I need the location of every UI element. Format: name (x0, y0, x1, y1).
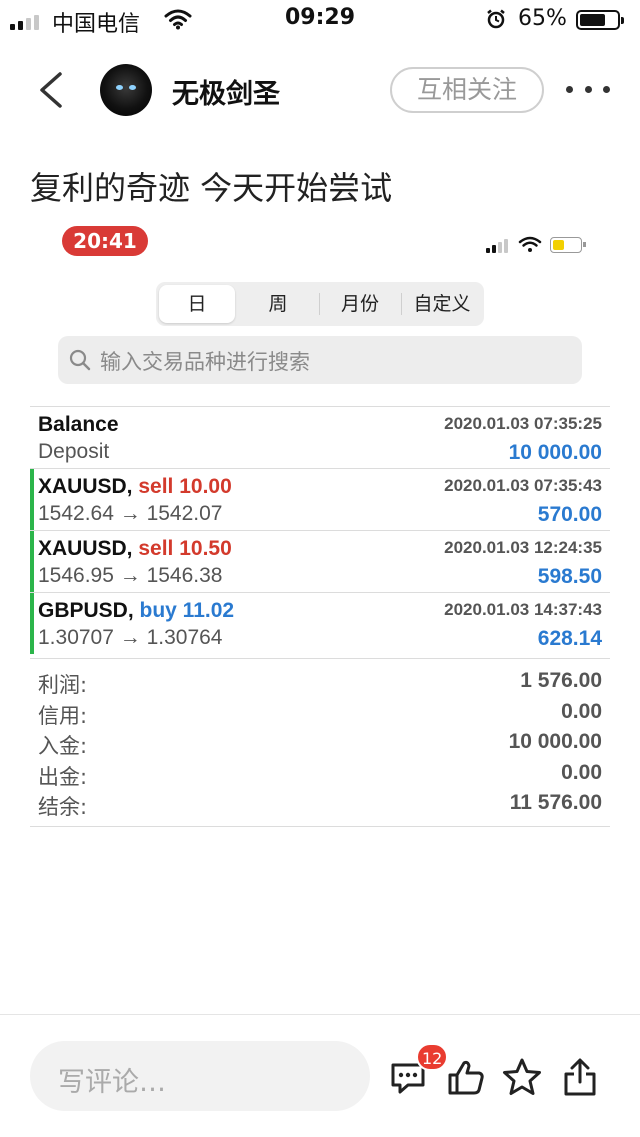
trade-amount: 628.14 (537, 627, 602, 650)
summary-label: 入金: (38, 734, 88, 758)
summary-label: 利润: (38, 673, 88, 697)
summary-value: 0.00 (561, 699, 602, 723)
trade-action: sell 10.50 (138, 537, 232, 560)
screenshot-time: 20:41 (62, 226, 148, 256)
alarm-icon (487, 9, 505, 29)
trade-action: sell 10.00 (138, 475, 232, 498)
tab-custom[interactable]: 自定义 (402, 282, 482, 326)
trade-history-list: Balance 2020.01.03 07:35:25 Deposit 10 0… (30, 406, 610, 654)
summary-value: 11 576.00 (509, 791, 602, 814)
screenshot-signal-icon (486, 237, 512, 253)
username[interactable]: 无极剑圣 (172, 72, 280, 111)
list-item[interactable]: Balance 2020.01.03 07:35:25 Deposit 10 0… (30, 406, 610, 468)
trade-symbol: Balance (38, 413, 119, 436)
summary-value: 0.00 (561, 760, 602, 784)
post-title: 复利的奇迹 今天开始尝试 (30, 169, 393, 207)
summary-row: 出金: 0.00 (30, 759, 610, 790)
comment-count-badge: 12 (416, 1043, 449, 1071)
battery-percent: 65% (518, 6, 567, 31)
trade-description: 1.30707 → 1.30764 (38, 626, 223, 649)
trade-date: 2020.01.03 12:24:35 (444, 538, 602, 557)
trade-description: 1542.64 → 1542.07 (38, 502, 223, 525)
summary-label: 出金: (38, 764, 88, 789)
trade-date: 2020.01.03 07:35:25 (444, 414, 602, 433)
symbol-search-input[interactable]: 输入交易品种进行搜索 (58, 336, 582, 384)
trade-description: Deposit (38, 440, 110, 463)
trade-amount: 570.00 (537, 503, 602, 526)
summary-label: 结余: (38, 795, 88, 819)
bottom-action-bar: 写评论… 12 (0, 1014, 640, 1137)
summary-row: 利润: 1 576.00 (30, 667, 610, 698)
like-icon[interactable] (446, 1057, 486, 1097)
search-icon (69, 349, 91, 371)
share-icon[interactable] (560, 1057, 600, 1097)
screenshot-wifi-icon (518, 236, 542, 252)
more-icon[interactable] (566, 86, 610, 94)
tab-day[interactable]: 日 (159, 285, 235, 323)
summary-row: 信用: 0.00 (30, 698, 610, 729)
summary-value: 1 576.00 (520, 669, 602, 692)
summary-value: 10 000.00 (508, 730, 602, 753)
summary-row: 入金: 10 000.00 (30, 728, 610, 759)
comment-input[interactable]: 写评论… (30, 1041, 370, 1111)
trade-description: 1546.95 → 1546.38 (38, 564, 223, 587)
comment-placeholder: 写评论… (58, 1067, 166, 1098)
tab-week[interactable]: 周 (238, 282, 318, 326)
account-summary: 利润: 1 576.00 信用: 0.00 入金: 10 000.00 出金: … (30, 658, 610, 827)
trade-action: buy 11.02 (139, 599, 235, 622)
tab-month[interactable]: 月份 (320, 282, 400, 326)
trade-amount: 10 000.00 (508, 441, 602, 464)
list-item[interactable]: XAUUSD, sell 10.50 2020.01.03 12:24:35 1… (30, 530, 610, 592)
list-item[interactable]: XAUUSD, sell 10.00 2020.01.03 07:35:43 1… (30, 468, 610, 530)
trade-symbol: GBPUSD, buy 11.02 (38, 599, 235, 622)
summary-label: 信用: (38, 703, 88, 728)
screenshot-battery-icon (550, 237, 586, 253)
back-icon[interactable] (36, 70, 66, 110)
trade-amount: 598.50 (537, 565, 602, 588)
trade-date: 2020.01.03 07:35:43 (444, 476, 602, 495)
search-placeholder: 输入交易品种进行搜索 (100, 350, 310, 374)
avatar[interactable] (100, 64, 152, 116)
trade-symbol: XAUUSD, sell 10.50 (38, 537, 232, 560)
period-tabs: 日 周 月份 自定义 (156, 282, 484, 326)
trade-symbol: XAUUSD, sell 10.00 (38, 475, 232, 498)
battery-icon (576, 10, 624, 30)
list-item[interactable]: GBPUSD, buy 11.02 2020.01.03 14:37:43 1.… (30, 592, 610, 654)
status-bar: 中国电信 09:29 65% (0, 0, 640, 40)
summary-row: 结余: 11 576.00 (30, 789, 610, 820)
star-icon[interactable] (502, 1057, 542, 1097)
follow-button[interactable]: 互相关注 (390, 67, 544, 113)
trade-date: 2020.01.03 14:37:43 (444, 600, 602, 619)
